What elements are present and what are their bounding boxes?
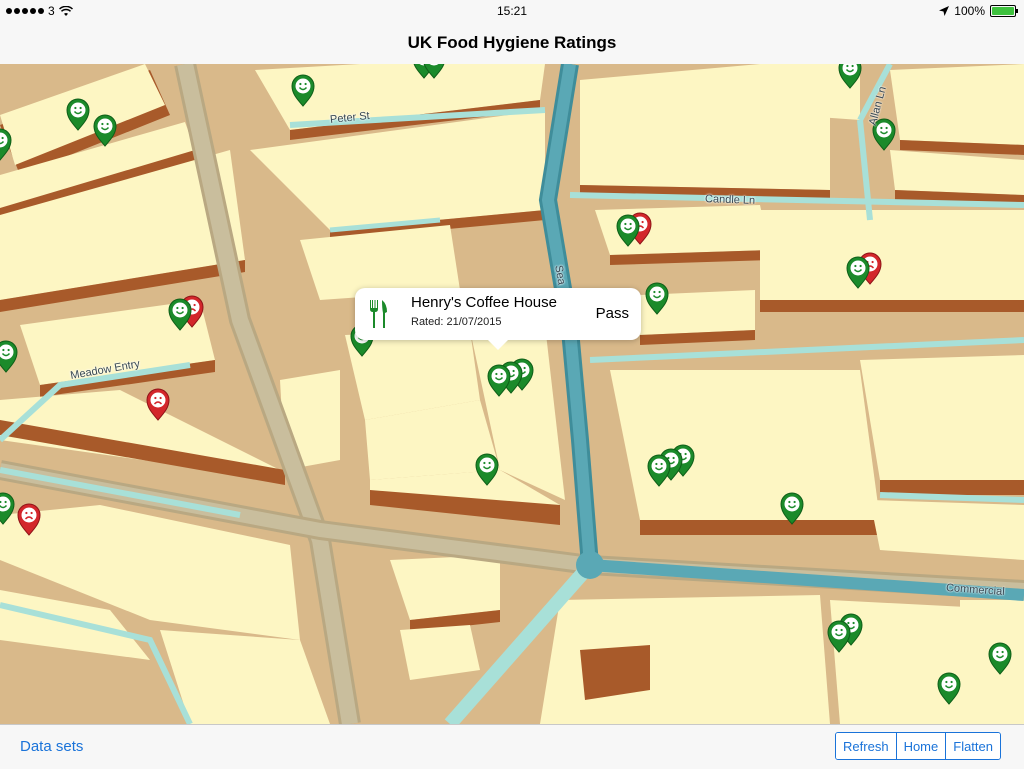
status-right: 100% [939,4,1018,18]
rating-result: Pass [595,305,629,322]
establishment-name: Henry's Coffee House [411,294,557,311]
status-time: 15:21 [496,4,528,18]
flatten-button[interactable]: Flatten [945,733,1000,759]
status-bar: 3 15:21 100% [0,0,1024,22]
map-view[interactable]: Peter St Allan Ln Candle Ln Sea Meadow E… [0,64,1024,724]
bottom-toolbar: Data sets Refresh Home Flatten [0,724,1024,769]
home-button[interactable]: Home [895,733,946,759]
refresh-button[interactable]: Refresh [836,733,896,759]
page-title: UK Food Hygiene Ratings [407,33,617,52]
map-actions-segmented-control: Refresh Home Flatten [835,732,1001,760]
battery-percent: 100% [954,4,985,18]
navigation-bar: UK Food Hygiene Ratings [0,22,1024,65]
location-arrow-icon [939,6,950,16]
battery-icon [990,5,1018,17]
map-canvas [0,64,1024,724]
establishment-callout[interactable]: Henry's Coffee House Rated: 21/07/2015 P… [355,288,641,350]
street-label-candle-ln: Candle Ln [704,193,756,207]
data-sets-button[interactable]: Data sets [20,738,83,755]
rating-date: Rated: 21/07/2015 [411,316,502,328]
cutlery-icon [370,300,387,328]
